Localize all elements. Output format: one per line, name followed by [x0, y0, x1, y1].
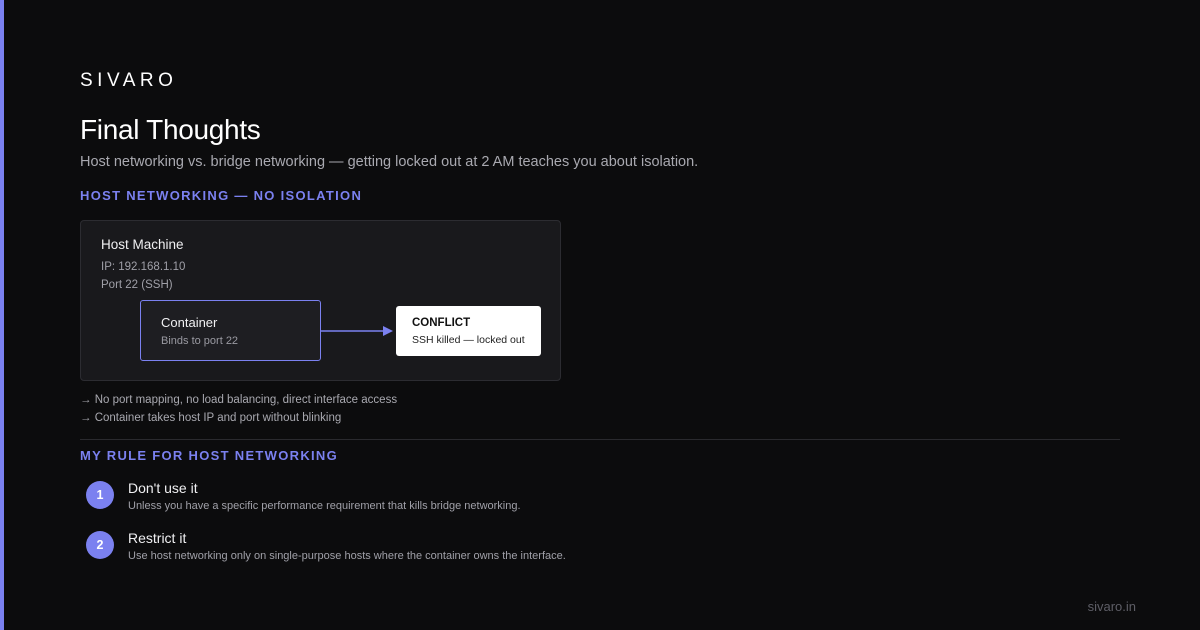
- rule-description: Use host networking only on single-purpo…: [128, 550, 566, 562]
- section-heading-rules: MY RULE FOR HOST NETWORKING: [80, 448, 339, 463]
- section-heading-host-networking: HOST NETWORKING — NO ISOLATION: [80, 188, 363, 203]
- rule-item: 2 Restrict it Use host networking only o…: [86, 530, 886, 571]
- footer-domain: sivaro.in: [1087, 599, 1136, 614]
- conflict-subtitle: SSH killed — locked out: [412, 334, 525, 346]
- container-box: Container Binds to port 22: [140, 300, 321, 361]
- page-subtitle: Host networking vs. bridge networking — …: [80, 154, 699, 170]
- rule-title: Restrict it: [128, 530, 187, 546]
- host-port-label: Port 22 (SSH): [101, 279, 173, 291]
- host-machine-title: Host Machine: [101, 237, 184, 252]
- host-machine-box: Host Machine IP: 192.168.1.10 Port 22 (S…: [80, 220, 561, 381]
- rule-description: Unless you have a specific performance r…: [128, 500, 521, 512]
- rule-title: Don't use it: [128, 480, 198, 496]
- note-item: → No port mapping, no load balancing, di…: [80, 394, 398, 406]
- conflict-title: CONFLICT: [412, 317, 471, 329]
- rule-number-badge: 2: [86, 531, 114, 559]
- conflict-box: CONFLICT SSH killed — locked out: [396, 306, 541, 356]
- rule-item: 1 Don't use it Unless you have a specifi…: [86, 480, 886, 521]
- rule-number-badge: 1: [86, 481, 114, 509]
- divider: [80, 439, 1120, 440]
- container-subtitle: Binds to port 22: [161, 335, 239, 347]
- note-item: → Container takes host IP and port witho…: [80, 412, 342, 424]
- arrow-right-icon: [321, 326, 393, 336]
- container-title: Container: [161, 315, 218, 330]
- page-title: Final Thoughts: [80, 114, 261, 145]
- host-ip-label: IP: 192.168.1.10: [101, 261, 186, 273]
- accent-bar: [0, 0, 4, 630]
- brand-logo: SIVARO: [80, 70, 178, 91]
